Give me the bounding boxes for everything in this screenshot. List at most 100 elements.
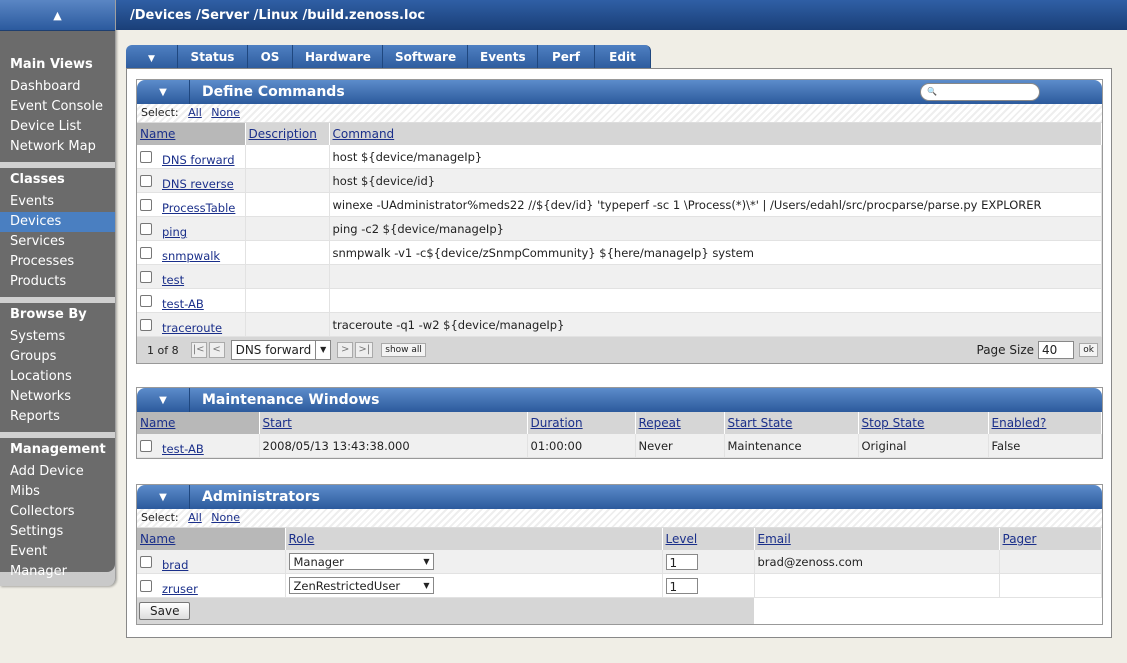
row-checkbox[interactable]: [140, 198, 152, 211]
column-header-pager[interactable]: Pager: [999, 528, 1102, 550]
maintenance-name-link[interactable]: test-AB: [162, 442, 204, 456]
sidebar-item-services[interactable]: Services: [0, 232, 115, 252]
column-header-start-state[interactable]: Start State: [724, 412, 859, 434]
prev-page-button[interactable]: <: [208, 342, 225, 358]
command-name-link[interactable]: traceroute: [162, 321, 222, 335]
search-input[interactable]: 🔍: [920, 83, 1040, 101]
sidebar-item-networks[interactable]: Networks: [0, 387, 115, 407]
commands-panel-toggle[interactable]: ▼: [137, 80, 190, 104]
dropdown-arrow-icon: ▼: [423, 581, 430, 590]
level-input[interactable]: 1: [665, 577, 698, 594]
column-header-stop-state[interactable]: Stop State: [858, 412, 989, 434]
sidebar-item-reports[interactable]: Reports: [0, 407, 115, 427]
table-row: ProcessTable winexe -UAdministrator%meds…: [137, 192, 1102, 217]
command-name-link[interactable]: ping: [162, 225, 187, 239]
page-size-input[interactable]: 40: [1038, 341, 1074, 359]
table-row: zruser ZenRestrictedUser ▼ 1: [137, 573, 1102, 598]
row-checkbox[interactable]: [140, 318, 152, 331]
sidebar-item-mibs[interactable]: Mibs: [0, 482, 115, 502]
column-header-email[interactable]: Email: [754, 528, 1000, 550]
command-description: [245, 145, 330, 169]
maintenance-start: 2008/05/13 13:43:38.000: [259, 434, 528, 458]
sidebar-item-processes[interactable]: Processes: [0, 252, 115, 272]
column-header-start[interactable]: Start: [259, 412, 528, 434]
row-checkbox[interactable]: [140, 246, 152, 259]
column-header-name[interactable]: Name: [137, 528, 286, 550]
role-select[interactable]: ZenRestrictedUser ▼: [288, 577, 434, 594]
column-header-role[interactable]: Role: [285, 528, 663, 550]
tab-os[interactable]: OS: [248, 45, 293, 69]
sidebar-item-collectors[interactable]: Collectors: [0, 502, 115, 522]
level-input[interactable]: 1: [665, 553, 698, 570]
page-size-ok-button[interactable]: ok: [1079, 343, 1098, 357]
command-description: [245, 168, 330, 193]
maintenance-panel-toggle[interactable]: ▼: [137, 388, 190, 412]
tab-status[interactable]: Status: [178, 45, 248, 69]
tab-perf[interactable]: Perf: [538, 45, 595, 69]
row-jump-select[interactable]: DNS forward ▼: [230, 340, 332, 360]
table-row: test-AB 2008/05/13 13:43:38.000 01:00:00…: [137, 434, 1102, 458]
command-text: snmpwalk -v1 -c${device/zSnmpCommunity} …: [329, 240, 1102, 265]
table-row: brad Manager ▼ 1 brad@zenoss.com: [137, 550, 1102, 574]
sidebar-item-events[interactable]: Events: [0, 192, 115, 212]
tab-events[interactable]: Events: [468, 45, 538, 69]
select-none-link[interactable]: None: [211, 511, 240, 524]
collapse-sidebar-button[interactable]: ▲: [0, 0, 115, 31]
sidebar-item-locations[interactable]: Locations: [0, 367, 115, 387]
sidebar-item-device-list[interactable]: Device List: [0, 117, 115, 137]
admin-name-link[interactable]: brad: [162, 558, 188, 572]
sidebar-item-event-manager[interactable]: Event Manager: [0, 542, 115, 579]
row-checkbox[interactable]: [140, 270, 152, 283]
select-none-link[interactable]: None: [211, 106, 240, 119]
administrators-panel-toggle[interactable]: ▼: [137, 485, 190, 509]
sidebar-item-devices[interactable]: Devices: [0, 212, 115, 232]
row-checkbox[interactable]: [140, 150, 152, 163]
tab-software[interactable]: Software: [383, 45, 468, 69]
save-button[interactable]: Save: [139, 602, 191, 620]
column-header-command[interactable]: Command: [329, 123, 1102, 145]
last-page-button[interactable]: >|: [355, 342, 374, 358]
command-name-link[interactable]: ProcessTable: [162, 201, 235, 215]
admin-name-link[interactable]: zruser: [162, 582, 198, 596]
command-name-link[interactable]: test: [162, 273, 184, 287]
first-page-button[interactable]: |<: [190, 342, 207, 358]
row-checkbox[interactable]: [140, 439, 152, 452]
command-name-link[interactable]: test-AB: [162, 297, 204, 311]
column-header-repeat[interactable]: Repeat: [635, 412, 725, 434]
tab-edit[interactable]: Edit: [595, 45, 651, 69]
row-checkbox[interactable]: [140, 222, 152, 235]
sidebar-item-network-map[interactable]: Network Map: [0, 137, 115, 157]
admin-email: [754, 573, 1000, 598]
tab-hardware[interactable]: Hardware: [293, 45, 383, 69]
select-label: Select:: [141, 106, 179, 119]
row-checkbox[interactable]: [140, 555, 152, 568]
column-header-description[interactable]: Description: [245, 123, 330, 145]
table-row: test-AB: [137, 288, 1102, 313]
command-text: ping -c2 ${device/manageIp}: [329, 216, 1102, 241]
sidebar-item-groups[interactable]: Groups: [0, 347, 115, 367]
sidebar-item-products[interactable]: Products: [0, 272, 115, 292]
column-header-level[interactable]: Level: [662, 528, 755, 550]
row-checkbox[interactable]: [140, 579, 152, 592]
sidebar-item-add-device[interactable]: Add Device: [0, 462, 115, 482]
sidebar-item-event-console[interactable]: Event Console: [0, 97, 115, 117]
select-all-link[interactable]: All: [188, 106, 202, 119]
column-header-duration[interactable]: Duration: [527, 412, 636, 434]
role-select[interactable]: Manager ▼: [288, 553, 434, 570]
command-name-link[interactable]: DNS reverse: [162, 177, 234, 191]
command-name-link[interactable]: DNS forward: [162, 153, 235, 167]
show-all-button[interactable]: show all: [381, 343, 426, 357]
tab-menu-toggle[interactable]: ▼: [126, 45, 178, 69]
column-header-enabled[interactable]: Enabled?: [988, 412, 1102, 434]
sidebar-heading-main-views: Main Views: [10, 57, 93, 72]
sidebar-item-systems[interactable]: Systems: [0, 327, 115, 347]
sidebar-item-dashboard[interactable]: Dashboard: [0, 77, 115, 97]
command-name-link[interactable]: snmpwalk: [162, 249, 220, 263]
sidebar-item-settings[interactable]: Settings: [0, 522, 115, 542]
column-header-name[interactable]: Name: [137, 123, 246, 145]
row-checkbox[interactable]: [140, 294, 152, 307]
select-all-link[interactable]: All: [188, 511, 202, 524]
column-header-name[interactable]: Name: [137, 412, 260, 434]
next-page-button[interactable]: >: [337, 342, 354, 358]
row-checkbox[interactable]: [140, 174, 152, 187]
